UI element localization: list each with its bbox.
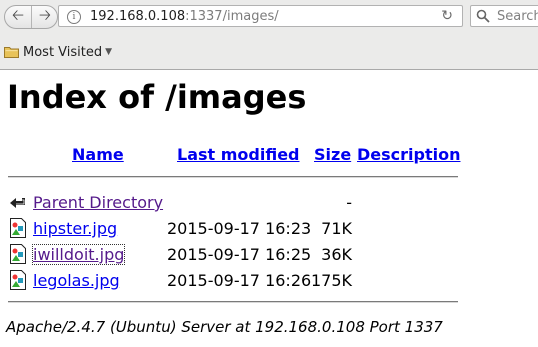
table-row: hipster.jpg 2015-09-17 16:23 71K	[0, 217, 538, 239]
search-box[interactable]: Search	[470, 5, 538, 27]
file-modified: 2015-09-17 16:23	[167, 219, 312, 238]
parent-size: -	[346, 193, 352, 212]
site-info-icon[interactable]: i	[67, 10, 81, 24]
parent-directory-link[interactable]: Parent Directory	[33, 193, 163, 212]
table-row-parent: Parent Directory -	[0, 191, 538, 213]
table-row: iwilldoit.jpg 2015-09-17 16:25 36K	[0, 243, 538, 265]
file-size: 175K	[310, 271, 352, 290]
search-icon	[476, 9, 490, 23]
table-row: legolas.jpg 2015-09-17 16:26 175K	[0, 269, 538, 291]
sort-by-description-link[interactable]: Description	[357, 145, 460, 164]
file-link[interactable]: hipster.jpg	[33, 219, 117, 238]
file-modified: 2015-09-17 16:25	[167, 245, 312, 264]
server-signature: Apache/2.4.7 (Ubuntu) Server at 192.168.…	[6, 318, 443, 336]
url-host: 192.168.0.108	[90, 9, 186, 24]
file-size: 36K	[321, 245, 352, 264]
browser-toolbar: 🡠 🡢 i 192.168.0.108:1337/images/ ↻ Searc…	[0, 0, 538, 70]
forward-button[interactable]: 🡢	[31, 6, 58, 28]
header-divider	[8, 176, 458, 178]
address-bar[interactable]: i 192.168.0.108:1337/images/ ↻	[58, 5, 463, 27]
image-file-icon	[10, 270, 26, 290]
sort-by-last-modified-link[interactable]: Last modified	[177, 145, 300, 164]
nav-buttons: 🡠 🡢	[4, 5, 58, 29]
footer-divider	[8, 301, 458, 303]
file-modified: 2015-09-17 16:26	[167, 271, 312, 290]
sort-by-size-link[interactable]: Size	[314, 145, 351, 164]
sort-by-name-link[interactable]: Name	[72, 145, 124, 164]
url-path: :1337/images/	[185, 9, 279, 24]
bookmark-folder-icon	[4, 47, 19, 58]
back-arrow-icon	[10, 198, 25, 208]
arrow-left-icon: 🡠	[11, 5, 25, 24]
arrow-right-icon: 🡢	[38, 5, 52, 24]
file-link[interactable]: iwilldoit.jpg	[31, 244, 126, 265]
image-file-icon	[10, 244, 26, 264]
bookmark-most-visited[interactable]: Most Visited ▼	[4, 42, 112, 62]
bookmark-label: Most Visited	[23, 44, 103, 60]
file-size: 71K	[321, 219, 352, 238]
page-title: Index of /images	[7, 78, 307, 116]
url-text[interactable]: 192.168.0.108:1337/images/	[90, 9, 279, 24]
back-button[interactable]: 🡠	[5, 6, 31, 28]
file-link[interactable]: legolas.jpg	[33, 271, 120, 290]
search-placeholder: Search	[497, 9, 538, 24]
image-file-icon	[10, 218, 26, 238]
chevron-down-icon: ▼	[105, 47, 113, 57]
reload-icon[interactable]: ↻	[441, 8, 453, 24]
